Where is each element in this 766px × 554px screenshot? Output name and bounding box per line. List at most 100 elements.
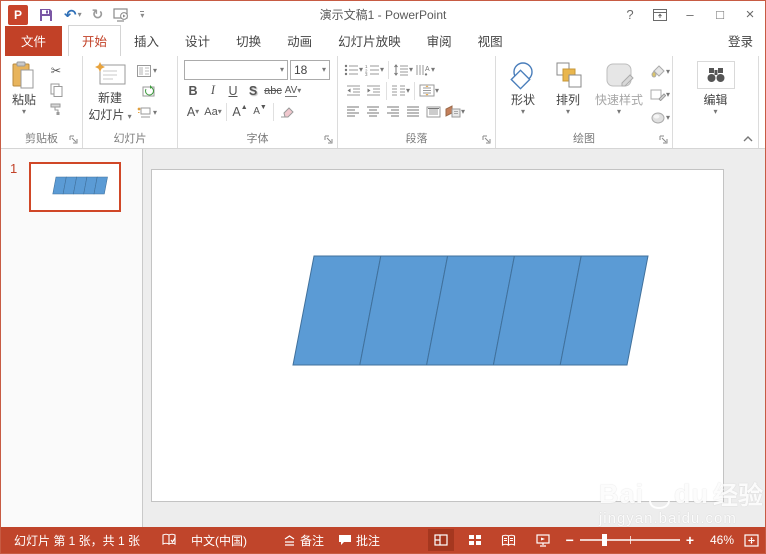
reading-view-button[interactable] (496, 529, 522, 551)
tab-insert[interactable]: 插入 (121, 26, 172, 56)
shapes-button[interactable]: 形状 ▾ (500, 59, 546, 127)
start-slideshow-button[interactable] (113, 7, 130, 22)
quick-styles-button[interactable]: 快速样式 ▾ (590, 59, 648, 127)
copy-button[interactable] (47, 80, 65, 99)
shape-outline-button[interactable]: ▾ (650, 85, 670, 104)
font-color-button[interactable]: A ▾ (184, 102, 202, 121)
minimize-button[interactable]: – (675, 2, 705, 28)
shape-fill-button[interactable]: ▾ (650, 62, 670, 81)
drawing-group-label: 绘图 (573, 133, 595, 145)
title-bar: P ↶ ▾ ↻ ▾ 演示文稿1 - PowerPoint ? – □ × (1, 1, 765, 28)
sign-in-link[interactable]: 登录 (716, 26, 765, 56)
zoom-slider[interactable] (579, 534, 680, 546)
zoom-level[interactable]: 46% (700, 533, 734, 547)
increase-indent-button[interactable] (364, 81, 382, 100)
spell-check-icon (162, 533, 176, 545)
slideshow-icon (113, 7, 129, 22)
justify-button[interactable] (404, 102, 422, 121)
justify-icon (407, 106, 419, 117)
convert-to-smartart-button[interactable]: ▾ (444, 102, 465, 121)
normal-view-button[interactable] (427, 529, 454, 551)
shape-effects-icon (651, 112, 665, 124)
drawing-dialog-launcher[interactable] (659, 135, 669, 145)
redo-button[interactable]: ↻ (92, 6, 104, 23)
columns-button[interactable]: ▾ (391, 81, 410, 100)
paste-button[interactable]: 粘贴 ▾ (1, 59, 47, 118)
new-slide-button[interactable]: 新建 幻灯片 ▾ (83, 59, 137, 123)
line-spacing-button[interactable]: ▾ (393, 60, 413, 79)
text-direction-button[interactable]: A ▾ (415, 60, 435, 79)
arrange-button[interactable]: 排列 ▾ (546, 59, 590, 127)
tab-home[interactable]: 开始 (68, 25, 122, 56)
zoom-out-button[interactable]: − (566, 532, 574, 548)
zoom-in-button[interactable]: + (686, 532, 694, 548)
language-indicator[interactable]: 中文(中国) (184, 527, 254, 553)
undo-button[interactable]: ↶ ▾ (64, 6, 82, 24)
clipboard-dialog-launcher[interactable] (69, 135, 79, 145)
maximize-button[interactable]: □ (705, 2, 735, 28)
zoom-controls: − + 46% (566, 532, 759, 548)
tab-view[interactable]: 视图 (465, 26, 516, 56)
save-button[interactable] (38, 7, 54, 23)
window-controls: ? – □ × (615, 2, 765, 28)
strikethrough-button[interactable]: abc (264, 81, 282, 100)
decrease-indent-icon (346, 85, 360, 96)
tab-transitions[interactable]: 切换 (223, 26, 274, 56)
collapse-ribbon-button[interactable] (743, 136, 753, 142)
slide-indicator[interactable]: 幻灯片 第 1 张，共 1 张 (7, 527, 147, 553)
section-button[interactable]: ▾ (137, 103, 157, 122)
comments-button[interactable]: 批注 (331, 527, 387, 553)
bold-button[interactable]: B (184, 81, 202, 100)
numbering-button[interactable]: 123 ▾ (365, 60, 384, 79)
shape-effects-button[interactable]: ▾ (650, 108, 670, 127)
paragraph-dialog-launcher[interactable] (482, 135, 492, 145)
slide-editing-surface[interactable] (151, 169, 724, 502)
align-center-icon (367, 106, 379, 117)
layout-button[interactable]: ▾ (137, 61, 157, 80)
decrease-indent-button[interactable] (344, 81, 362, 100)
underline-button[interactable]: U (224, 81, 242, 100)
font-dialog-launcher[interactable] (324, 135, 334, 145)
close-button[interactable]: × (735, 2, 765, 28)
zoom-slider-thumb[interactable] (601, 534, 607, 546)
customize-qat-button[interactable]: ▾ (140, 10, 145, 19)
normal-view-icon (434, 534, 448, 546)
slide-sorter-view-button[interactable] (462, 529, 488, 551)
tab-design[interactable]: 设计 (172, 26, 223, 56)
format-painter-button[interactable] (47, 99, 65, 118)
undo-dropdown[interactable]: ▾ (78, 10, 82, 19)
clear-formatting-button[interactable] (278, 102, 296, 121)
fit-to-window-icon (744, 533, 759, 547)
editing-button[interactable]: 编辑 ▾ (673, 59, 758, 116)
quick-styles-icon (606, 63, 634, 87)
tab-animations[interactable]: 动画 (274, 26, 325, 56)
tab-review[interactable]: 审阅 (414, 26, 465, 56)
ribbon-display-options-button[interactable] (645, 2, 675, 28)
font-name-combobox[interactable]: ▾ (184, 59, 288, 80)
increase-font-size-button[interactable]: A ▲ (231, 102, 249, 121)
align-right-button[interactable] (384, 102, 402, 121)
ribbon: 粘贴 ▾ ✂ 剪贴板 新建 幻灯片 ▾ ▾ ▾ 幻灯片 ▾ 18 ▾ B I U… (1, 56, 765, 149)
align-left-button[interactable] (344, 102, 362, 121)
spell-check-button[interactable] (155, 527, 184, 553)
slide-thumbnail[interactable] (29, 162, 121, 212)
tab-file[interactable]: 文件 (5, 26, 63, 56)
notes-button[interactable]: 备注 (276, 527, 331, 553)
tab-slideshow[interactable]: 幻灯片放映 (325, 26, 414, 56)
change-case-button[interactable]: Aa ▾ (204, 102, 222, 121)
align-center-button[interactable] (364, 102, 382, 121)
distribute-columns-button[interactable] (424, 102, 442, 121)
fit-slide-to-window-button[interactable] (744, 533, 759, 547)
character-spacing-button[interactable]: AV ▾ (284, 81, 302, 100)
parallelogram-shapes[interactable] (152, 170, 723, 501)
cut-button[interactable]: ✂ (47, 61, 65, 80)
font-size-combobox[interactable]: 18 ▾ (290, 59, 330, 80)
slideshow-view-button[interactable] (530, 529, 556, 551)
text-shadow-button[interactable]: S (244, 81, 262, 100)
help-button[interactable]: ? (615, 2, 645, 28)
align-text-button[interactable]: ▾ (419, 81, 439, 100)
decrease-font-size-button[interactable]: A ▼ (251, 102, 269, 121)
reset-button[interactable] (137, 82, 157, 101)
bullets-button[interactable]: ▾ (344, 60, 363, 79)
italic-button[interactable]: I (204, 81, 222, 100)
